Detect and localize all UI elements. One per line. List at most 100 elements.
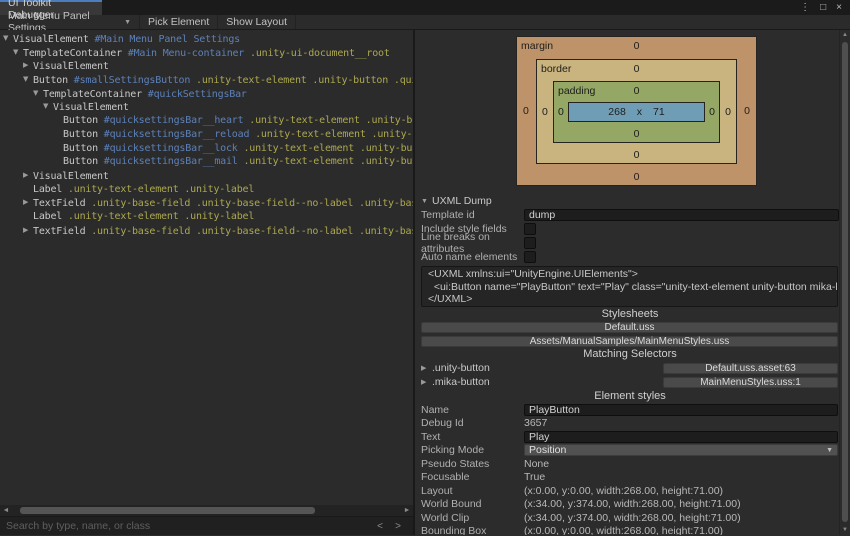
style-label: Name [421,404,524,416]
margin-left-value: 0 [523,105,529,117]
tree-segment-cls: .unity-base-field .unity-base-field--no-… [85,225,413,236]
tree-segment-name: #quicksettingsBar__mail [98,156,238,167]
selector-name: .mika-button [432,376,490,388]
tree-segment-name: #Main Menu Panel Settings [89,34,240,45]
style-label: Layout [421,485,524,497]
tree-segment-cls: .unity-text-element .unity-button . [238,143,413,154]
vertical-scrollbar[interactable]: ▲ ▼ [839,30,850,535]
picking-mode-dropdown[interactable]: Position▼ [524,444,838,456]
tree-segment-name: #quickSettingsBar [142,89,247,100]
tree-row[interactable]: Button #quicksettingsBar__lock .unity-te… [0,142,413,156]
tree-segment-type: Label [33,184,62,195]
box-model-margin: margin 0 0 0 0 border 0 0 0 0 padding [516,36,757,186]
scroll-up-icon[interactable]: ▲ [840,32,850,38]
menu-icon[interactable]: ⋮ [800,2,810,13]
expander-icon[interactable]: ▶ [23,59,33,73]
tree-segment-type: TemplateContainer [43,89,142,100]
search-next-button[interactable]: > [389,521,407,532]
tree-row[interactable]: Label .unity-text-element .unity-label [0,210,413,224]
expander-icon[interactable]: ▼ [23,73,33,87]
checkbox[interactable] [524,223,536,235]
tree-segment-cls: .unity-ui-document__root [244,48,390,59]
search-input[interactable]: Search by type, name, or class [6,520,371,532]
scrollbar-thumb[interactable] [20,507,315,514]
field-label: Template id [421,209,524,221]
tree-row[interactable]: ▶TextField .unity-base-field .unity-base… [0,196,413,210]
horizontal-scrollbar[interactable]: ◄ ► [0,505,413,516]
scrollbar-thumb[interactable] [842,42,848,522]
tree-row[interactable]: ▼TemplateContainer #quickSettingsBar [0,87,413,101]
scroll-left-icon[interactable]: ◄ [0,507,12,514]
element-style-row: Debug Id3657 [421,417,839,431]
border-right-value: 0 [725,106,731,118]
tree-row[interactable]: ▶VisualElement [0,59,413,73]
code-line: </UXML> [428,293,831,306]
show-layout-button[interactable]: Show Layout [218,15,296,29]
field-label: Auto name elements [421,251,524,263]
scroll-down-icon[interactable]: ▼ [840,527,850,533]
tree-segment-type: TemplateContainer [23,48,122,59]
expander-icon[interactable]: ▶ [23,224,33,238]
padding-right-value: 0 [709,106,715,118]
tree-row[interactable]: Button #quicksettingsBar__reload .unity-… [0,128,413,142]
style-value-input[interactable]: Play [524,431,838,443]
style-value-input[interactable]: PlayButton [524,404,838,416]
element-style-row: NamePlayButton [421,403,839,417]
expander-icon[interactable]: ▶ [23,196,33,210]
close-icon[interactable]: × [836,2,842,13]
tree-segment-name: #quicksettingsBar__reload [98,129,249,140]
expander-icon[interactable]: ▼ [33,87,43,101]
expander-icon[interactable]: ▶ [23,169,33,183]
uxml-dump-foldout[interactable]: ▼ UXML Dump [421,194,839,208]
template-id-input[interactable]: dump [524,209,839,221]
element-style-row: FocusableTrue [421,471,839,485]
tree-row[interactable]: ▼VisualElement #Main Menu Panel Settings [0,32,413,46]
scrollbar-track[interactable] [12,505,401,516]
expander-icon[interactable]: ▼ [43,100,53,114]
panel-selector-dropdown[interactable]: Main Menu Panel Settings ▼ [0,15,140,29]
scroll-right-icon[interactable]: ► [401,507,413,514]
style-value-text: 3657 [524,417,547,429]
search-prev-button[interactable]: < [371,521,389,532]
expander-icon[interactable]: ▼ [13,46,23,60]
maximize-icon[interactable]: □ [820,2,826,13]
element-style-row: World Clip(x:34.00, y:374.00, width:268.… [421,511,839,525]
checkbox[interactable] [524,251,536,263]
pick-element-button[interactable]: Pick Element [140,15,218,29]
style-value-text: (x:34.00, y:374.00, width:268.00, height… [524,498,741,510]
dropdown-value: Position [529,444,566,456]
tree-row[interactable]: ▼TemplateContainer #Main Menu-container … [0,46,413,60]
uxml-code-box[interactable]: <UXML xmlns:ui="UnityEngine.UIElements">… [421,266,838,307]
tree-row[interactable]: ▶TextField .unity-base-field .unity-base… [0,224,413,238]
style-label: Focusable [421,471,524,483]
stylesheet-button[interactable]: Default.uss [421,322,838,333]
stylesheet-button[interactable]: Assets/ManualSamples/MainMenuStyles.uss [421,336,838,347]
tree-segment-type: Button [33,75,68,86]
tree-segment-name: #quicksettingsBar__heart [98,115,244,126]
tree-row[interactable]: ▶VisualElement [0,169,413,183]
uxml-dump-fields: Template iddumpInclude style fieldsLine … [421,208,839,264]
matching-selector-list: ▶.unity-buttonDefault.uss.asset:63▶.mika… [421,361,839,389]
checkbox[interactable] [524,237,536,249]
tree-row[interactable]: Button #quicksettingsBar__mail .unity-te… [0,155,413,169]
tree-segment-type: TextField [33,225,85,236]
expander-icon[interactable]: ▼ [3,32,13,46]
box-model-padding: padding 0 0 0 0 268 x 71 [553,81,720,143]
tree-row[interactable]: ▼VisualElement [0,100,413,114]
tree-row[interactable]: Button #quicksettingsBar__heart .unity-t… [0,114,413,128]
hierarchy-panel: ▼VisualElement #Main Menu Panel Settings… [0,30,413,535]
tree-row[interactable]: ▼Button #smallSettingsButton .unity-text… [0,73,413,87]
chevron-right-icon[interactable]: ▶ [421,364,432,372]
style-label: Text [421,431,524,443]
tree-segment-type: Label [33,211,62,222]
chevron-right-icon[interactable]: ▶ [421,378,432,386]
selector-source-button[interactable]: Default.uss.asset:63 [663,363,838,374]
style-value-text: (x:34.00, y:374.00, width:268.00, height… [524,512,741,524]
tree-row[interactable]: Label .unity-text-element .unity-label [0,183,413,197]
style-value-text: (x:0.00, y:0.00, width:268.00, height:71… [524,525,723,535]
content-width-value: 268 [608,106,626,118]
title-bar: UI Toolkit Debugger ⋮ □ × [0,0,850,15]
tree-segment-cls: .unity-text-element .unity-button .quick… [190,75,413,86]
debugger-toolbar: Main Menu Panel Settings ▼ Pick Element … [0,15,850,30]
selector-source-button[interactable]: MainMenuStyles.uss:1 [663,377,838,388]
